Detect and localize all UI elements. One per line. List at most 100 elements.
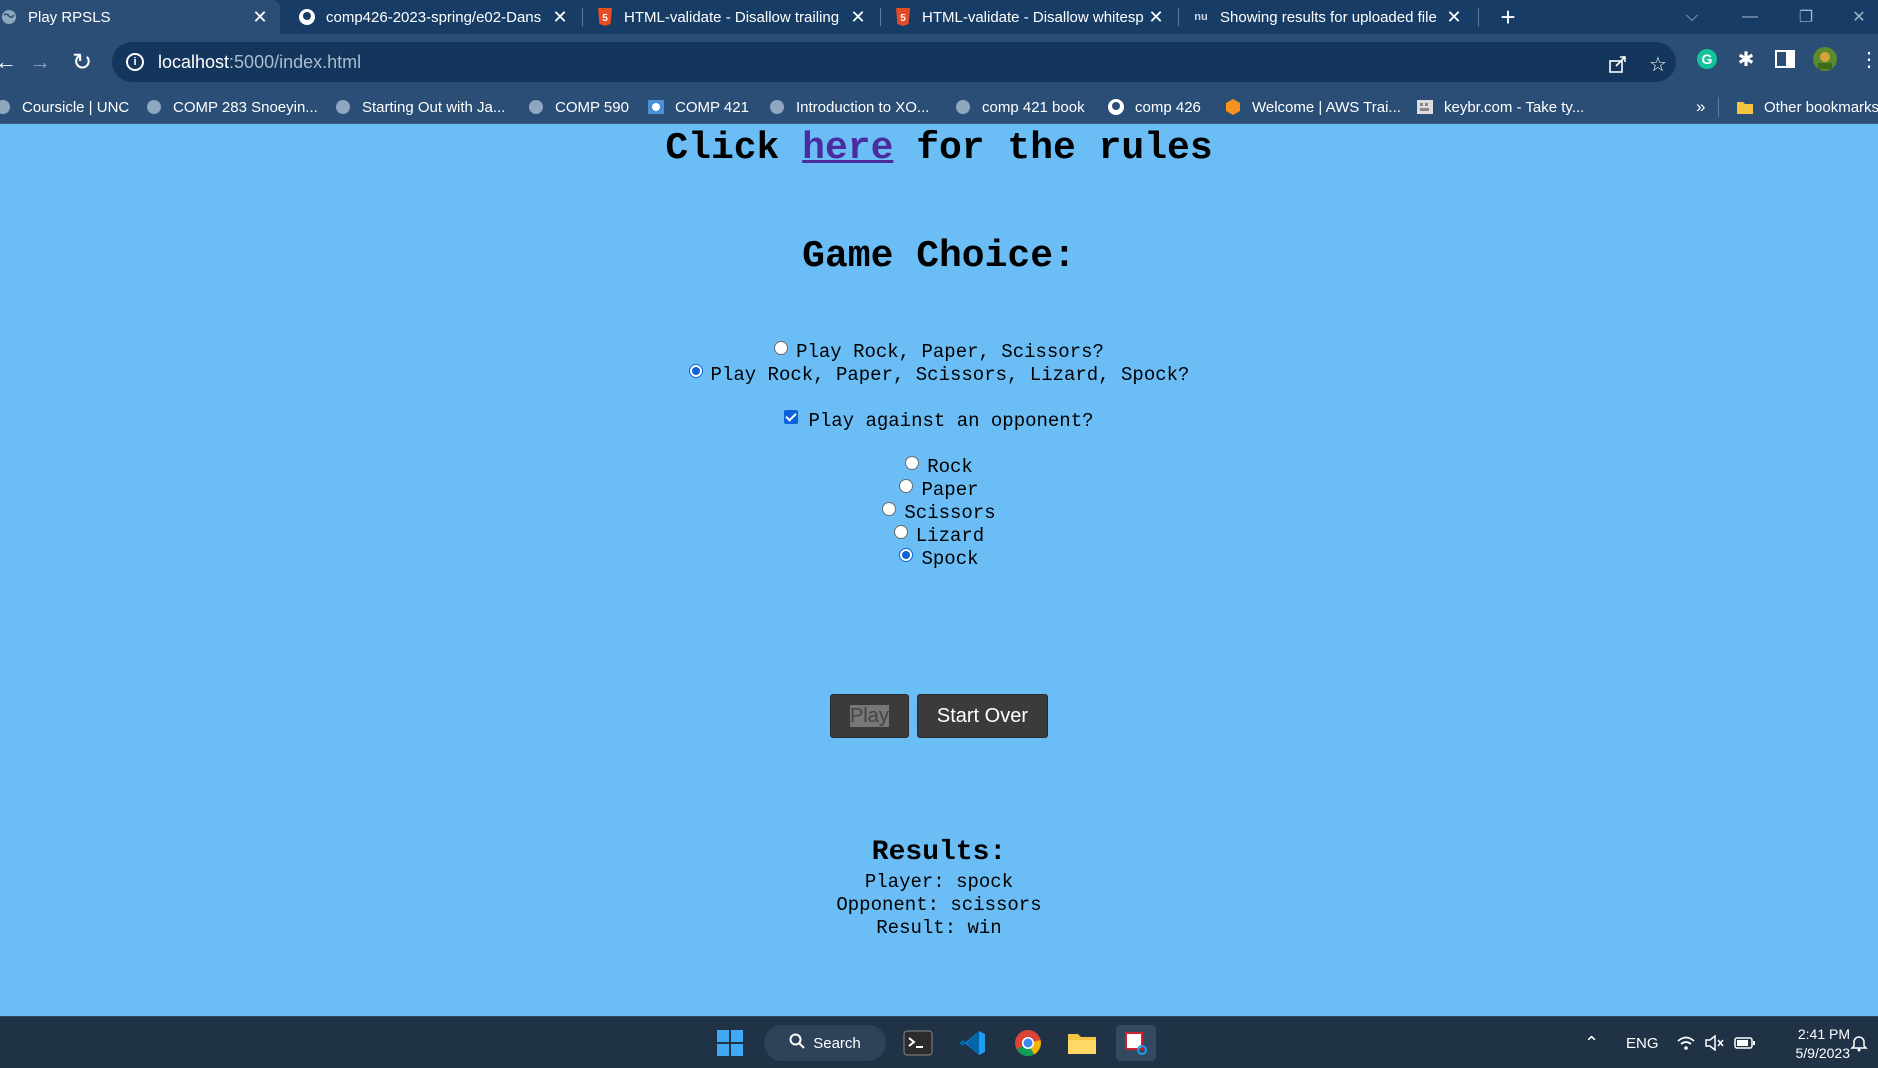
clock-time: 2:41 PM: [1797, 1026, 1850, 1042]
battery-icon[interactable]: [1734, 1017, 1756, 1068]
vscode-icon[interactable]: [955, 1025, 991, 1061]
bookmark-comp421[interactable]: COMP 421: [647, 90, 749, 124]
tab-search-chevron-icon[interactable]: ⌵: [1672, 0, 1712, 34]
bookmark-comp590[interactable]: COMP 590: [527, 90, 629, 124]
tab-play-rpsls[interactable]: Play RPSLS ✕: [0, 0, 280, 34]
grammarly-icon[interactable]: G: [1694, 46, 1720, 72]
snipping-tool-icon[interactable]: [1116, 1025, 1156, 1061]
restore-icon[interactable]: ❐: [1786, 0, 1826, 34]
close-tab-icon[interactable]: ✕: [1144, 5, 1168, 29]
close-tab-icon[interactable]: ✕: [846, 5, 870, 29]
html5-icon: 5: [894, 8, 912, 26]
rock-radio[interactable]: [905, 456, 920, 470]
volume-muted-icon[interactable]: [1704, 1017, 1724, 1068]
html5-icon: 5: [596, 8, 614, 26]
paper-radio[interactable]: [899, 479, 914, 493]
move-option-scissors[interactable]: Scissors: [0, 502, 1878, 525]
bookmarks-bar: Coursicle | UNC COMP 283 Snoeyin... Star…: [0, 90, 1878, 124]
rules-link[interactable]: here: [802, 127, 893, 170]
windows-taskbar: Search ⌃ ENG 2:41 PM 5/9/2023: [0, 1016, 1878, 1068]
scissors-radio[interactable]: [882, 502, 897, 516]
close-window-icon[interactable]: ✕: [1840, 0, 1878, 34]
globe-icon: [0, 98, 12, 116]
browser-tab-strip: Play RPSLS ✕ comp426-2023-spring/e02-Dan…: [0, 0, 1878, 34]
move-option-lizard[interactable]: Lizard: [0, 525, 1878, 548]
opponent-option[interactable]: Play against an opponent?: [0, 410, 1878, 433]
windows-start-icon[interactable]: [712, 1025, 748, 1061]
tab-separator: [1178, 8, 1179, 26]
address-bar[interactable]: i localhost:5000/index.html ☆: [112, 42, 1676, 82]
game-option-rpsls[interactable]: Play Rock, Paper, Scissors, Lizard, Spoc…: [0, 364, 1878, 387]
chrome-icon[interactable]: [1010, 1025, 1046, 1061]
move-option-rock[interactable]: Rock: [0, 456, 1878, 479]
tab-title: HTML-validate - Disallow whitesp: [922, 8, 1144, 26]
globe-icon: [954, 98, 972, 116]
tray-chevron-up-icon[interactable]: ⌃: [1584, 1017, 1599, 1068]
keybr-icon: [1416, 98, 1434, 116]
bookmark-comp283[interactable]: COMP 283 Snoeyin...: [145, 90, 318, 124]
play-button[interactable]: Play: [829, 694, 909, 738]
bookmark-keybr[interactable]: keybr.com - Take ty...: [1416, 90, 1584, 124]
opponent-checkbox[interactable]: [784, 410, 799, 424]
wifi-icon[interactable]: [1676, 1017, 1696, 1068]
folder-icon: [1736, 98, 1754, 116]
more-bookmarks-chevron[interactable]: »: [1696, 90, 1705, 124]
tab-html-validate-whitespace[interactable]: 5 HTML-validate - Disallow whitesp ✕: [886, 0, 1176, 34]
move-option-paper[interactable]: Paper: [0, 479, 1878, 502]
bookmark-comp426[interactable]: comp 426: [1107, 90, 1201, 124]
start-over-button[interactable]: Start Over: [916, 694, 1049, 738]
notification-bell-icon[interactable]: [1850, 1017, 1868, 1068]
taskbar-clock[interactable]: 2:41 PM 5/9/2023: [1760, 1025, 1851, 1063]
game-choice-heading: Game Choice:: [802, 235, 1076, 278]
close-tab-icon[interactable]: ✕: [548, 5, 572, 29]
other-bookmarks-folder[interactable]: Other bookmarks: [1736, 90, 1878, 124]
tab-html-validate-trailing[interactable]: 5 HTML-validate - Disallow trailing ✕: [588, 0, 878, 34]
globe-icon: [527, 98, 545, 116]
new-tab-icon[interactable]: +: [1494, 3, 1522, 31]
reload-icon[interactable]: ↻: [66, 46, 98, 78]
menu-dots-icon[interactable]: ⋮: [1856, 46, 1878, 72]
bookmarks-divider: [1718, 97, 1719, 117]
profile-avatar[interactable]: [1812, 46, 1838, 72]
bookmark-comp421-book[interactable]: comp 421 book: [954, 90, 1085, 124]
page-content: Click here for the rules Game Choice: Pl…: [0, 125, 1878, 1016]
bookmark-star-icon[interactable]: ☆: [1646, 52, 1670, 76]
result-outcome: Result: win: [876, 917, 1002, 939]
file-explorer-icon[interactable]: [1064, 1025, 1100, 1061]
aws-icon: [1224, 98, 1242, 116]
close-tab-icon[interactable]: ✕: [1442, 5, 1466, 29]
tab-separator: [880, 8, 881, 26]
extensions-puzzle-icon[interactable]: ✱: [1733, 46, 1759, 72]
minimize-icon[interactable]: —: [1730, 0, 1770, 34]
taskbar-search[interactable]: Search: [764, 1025, 886, 1061]
bookmark-coursicle[interactable]: Coursicle | UNC: [0, 90, 129, 124]
action-buttons: Play Start Over: [0, 694, 1878, 738]
bookmark-starting-out-java[interactable]: Starting Out with Ja...: [334, 90, 505, 124]
lizard-radio[interactable]: [893, 525, 908, 539]
close-tab-icon[interactable]: ✕: [248, 5, 272, 29]
terminal-icon[interactable]: [900, 1025, 936, 1061]
tab-title: Play RPSLS: [28, 8, 111, 26]
tab-nu-validator[interactable]: nu Showing results for uploaded file ✕: [1184, 0, 1474, 34]
share-icon[interactable]: [1606, 52, 1630, 76]
game-option-rps[interactable]: Play Rock, Paper, Scissors?: [0, 341, 1878, 364]
forward-arrow-icon[interactable]: →: [24, 46, 56, 78]
side-panel-icon[interactable]: [1772, 46, 1798, 72]
rps-radio[interactable]: [774, 341, 789, 355]
globe-icon: [768, 98, 786, 116]
language-indicator[interactable]: ENG: [1626, 1017, 1659, 1068]
bookmark-intro-xo[interactable]: Introduction to XO...: [768, 90, 929, 124]
back-arrow-icon[interactable]: ←: [0, 46, 22, 78]
rpsls-radio[interactable]: [688, 364, 703, 378]
svg-text:G: G: [1702, 51, 1713, 67]
site-info-icon[interactable]: i: [126, 53, 144, 71]
tab-github-repo[interactable]: comp426-2023-spring/e02-Dans ✕: [290, 0, 580, 34]
globe-icon: [145, 98, 163, 116]
move-option-spock[interactable]: Spock: [0, 548, 1878, 571]
comp-icon: [647, 98, 665, 116]
tab-title: HTML-validate - Disallow trailing: [624, 8, 840, 26]
spock-radio[interactable]: [899, 548, 914, 562]
address-url[interactable]: localhost:5000/index.html: [158, 52, 361, 73]
bookmark-aws-training[interactable]: Welcome | AWS Trai...: [1224, 90, 1401, 124]
github-icon: [298, 8, 316, 26]
